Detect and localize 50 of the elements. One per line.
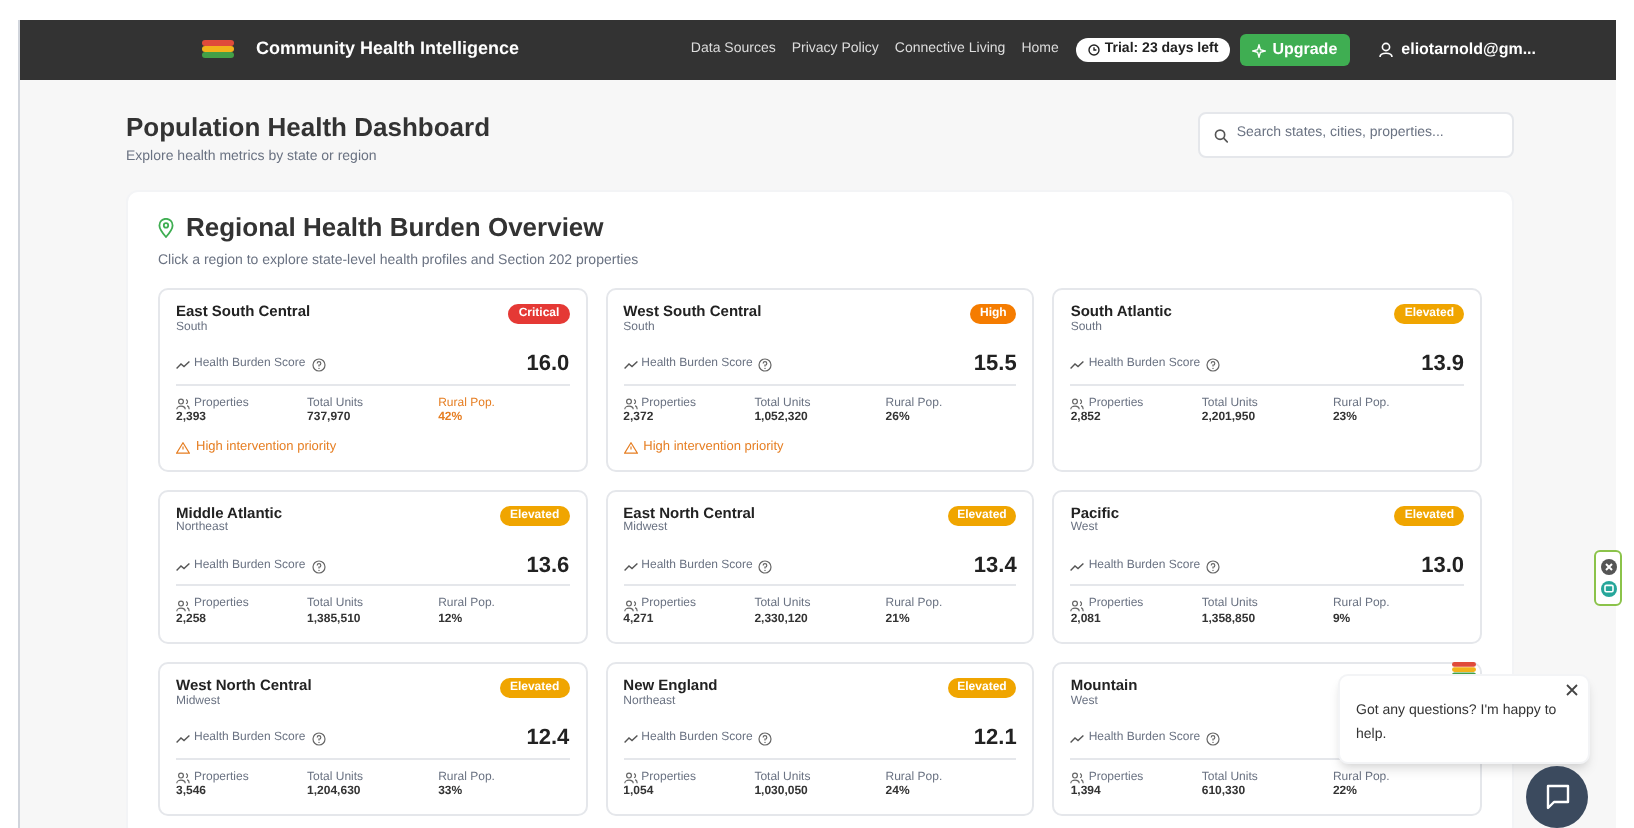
health-score: 13.6	[526, 553, 570, 580]
health-score: 13.4	[973, 553, 1017, 580]
health-score: 16.0	[526, 352, 570, 378]
trend-icon	[623, 561, 638, 572]
help-icon[interactable]	[311, 732, 326, 747]
trend-icon	[623, 734, 638, 745]
trend-icon	[1070, 561, 1085, 572]
health-score: 13.0	[1421, 553, 1464, 580]
people-icon	[623, 772, 638, 785]
health-score: 13.9	[1421, 352, 1464, 378]
trend-icon	[623, 360, 638, 371]
help-icon[interactable]	[1206, 358, 1221, 373]
section-title: Regional Health Burden Overview	[186, 210, 604, 246]
people-icon	[623, 397, 638, 410]
help-icon[interactable]	[1206, 559, 1221, 574]
clock-icon	[1088, 44, 1101, 56]
people-icon	[1070, 397, 1085, 410]
people-icon	[1070, 772, 1085, 785]
trend-icon	[176, 360, 190, 371]
help-icon[interactable]	[758, 358, 773, 373]
people-icon	[176, 397, 190, 410]
warning-icon	[623, 442, 638, 455]
help-icon[interactable]	[758, 559, 773, 574]
sparkle-icon	[1252, 43, 1267, 57]
health-score: 12.1	[973, 726, 1017, 752]
help-icon[interactable]	[1206, 732, 1221, 747]
health-score: 12.4	[526, 726, 570, 752]
people-icon	[1070, 599, 1085, 612]
search-icon	[1214, 127, 1229, 143]
trend-icon	[176, 561, 190, 572]
people-icon	[176, 772, 190, 785]
warning-icon	[176, 442, 190, 455]
trend-icon	[1070, 734, 1085, 745]
logo-icon	[200, 38, 236, 62]
health-score: 15.5	[973, 352, 1017, 378]
help-icon[interactable]	[311, 358, 326, 373]
people-icon	[176, 599, 190, 612]
user-email[interactable]: eliotarnold@gm...	[1401, 38, 1536, 62]
help-icon[interactable]	[758, 732, 773, 747]
app-title: Community Health Intelligence	[256, 36, 520, 63]
close-icon[interactable]	[1599, 558, 1617, 576]
close-icon[interactable]	[1566, 684, 1578, 696]
help-icon[interactable]	[311, 559, 326, 574]
trend-icon	[176, 734, 190, 745]
trend-icon	[1070, 360, 1085, 371]
page-title: Population Health Dashboard	[126, 110, 491, 146]
chat-icon	[1543, 784, 1571, 810]
map-pin-icon	[158, 217, 174, 238]
people-icon	[623, 599, 638, 612]
user-icon	[1377, 42, 1394, 58]
